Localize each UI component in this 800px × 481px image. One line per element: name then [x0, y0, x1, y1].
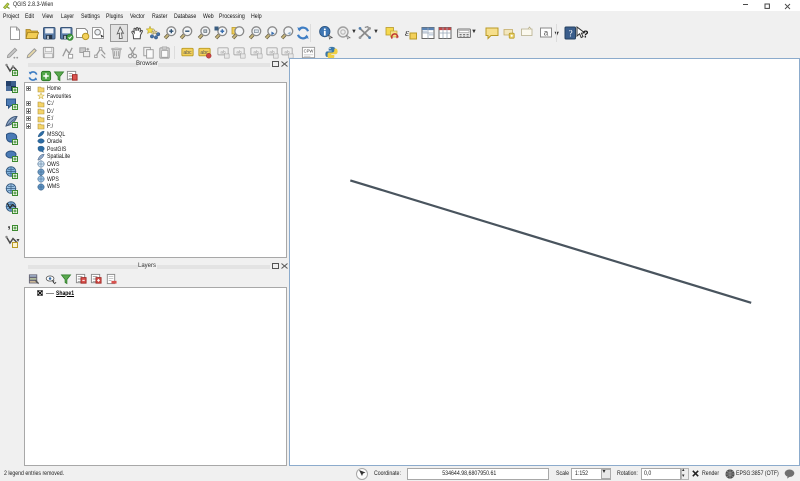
svg-text:CPW: CPW [304, 49, 314, 54]
svg-text:abc: abc [183, 50, 192, 56]
svg-text:ab: ab [269, 49, 275, 54]
svg-text:ab: ab [253, 49, 259, 54]
svg-text:,: , [7, 217, 10, 231]
svg-text:a: a [544, 29, 549, 38]
svg-text:ab: ab [236, 49, 242, 54]
svg-text:ab: ab [220, 49, 226, 54]
svg-text:?: ? [582, 30, 588, 41]
svg-text:ε: ε [405, 27, 410, 39]
svg-text:?: ? [569, 28, 573, 38]
svg-text:ab: ab [284, 49, 290, 54]
